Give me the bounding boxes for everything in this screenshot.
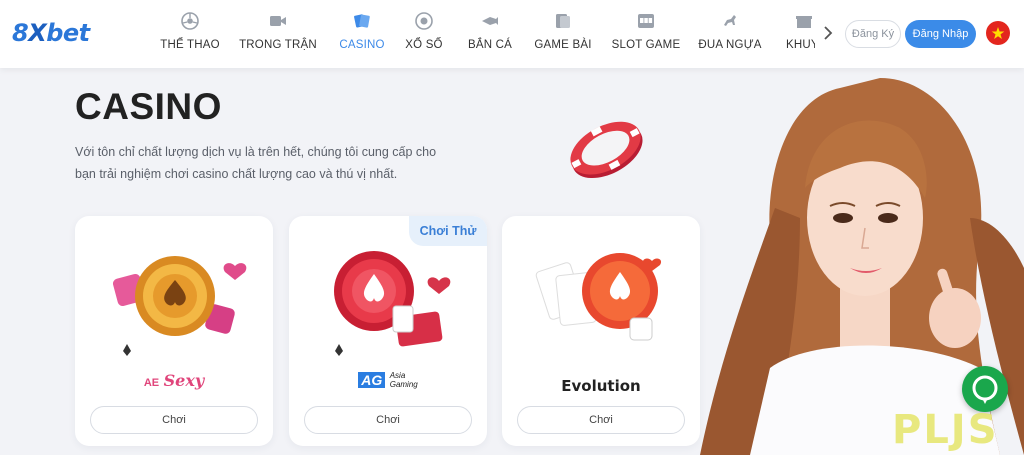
nav-item-the-thao[interactable]: THỂ THAO	[150, 0, 230, 68]
play-button[interactable]: Chơi	[517, 406, 685, 434]
soccer-ball-icon	[181, 12, 199, 30]
lottery-ball-icon	[415, 12, 433, 30]
nav-label: KHUYẾN MÃI	[786, 39, 815, 51]
provider-card-asia-gaming[interactable]: Chơi Thử AG Asia Gaming Chơi	[289, 216, 487, 446]
nav-label: GAME BÀI	[534, 39, 592, 51]
nav-item-trong-tran[interactable]: TRONG TRẬN	[233, 0, 323, 68]
play-button[interactable]: Chơi	[90, 406, 258, 434]
page-description: Với tôn chỉ chất lượng dịch vụ là trên h…	[75, 145, 437, 181]
nav-label: BẮN CÁ	[467, 39, 513, 51]
nav-item-casino[interactable]: CASINO	[332, 0, 392, 68]
brand-logo-evolution: Evolution	[561, 377, 641, 395]
fish-gun-icon	[482, 17, 498, 25]
vietnam-flag-icon[interactable]	[986, 21, 1010, 45]
gold-chip-dice-icon	[112, 256, 247, 356]
nav-item-xo-so[interactable]: XỔ SỐ	[398, 0, 450, 68]
nav-item-khuyen-mai[interactable]: KHUYẾN MÃI	[780, 0, 815, 68]
nav-label: TRONG TRẬN	[239, 39, 317, 51]
login-button[interactable]: Đăng Nhập	[905, 20, 976, 48]
brand-logo-asia-gaming: AG Asia Gaming	[289, 371, 487, 401]
red-chip-cards-icon	[334, 251, 451, 356]
nav-item-ban-ca[interactable]: BẮN CÁ	[460, 0, 520, 68]
register-button[interactable]: Đăng Ký	[845, 20, 901, 48]
chevron-right-icon[interactable]	[820, 24, 836, 42]
slot-machine-icon	[638, 14, 654, 28]
nav-label: ĐUA NGỰA	[698, 39, 762, 51]
playing-cards-icon	[354, 14, 370, 28]
nav-label: SLOT GAME	[611, 39, 681, 51]
card-game-icon	[556, 14, 570, 28]
horse-racing-icon	[724, 15, 736, 26]
provider-card-ae-sexy[interactable]: AE Sexy Chơi	[75, 216, 273, 446]
chat-button[interactable]	[962, 366, 1008, 412]
watermark-text: PLJS	[892, 407, 999, 453]
site-logo[interactable]: 8Xbet	[12, 19, 90, 47]
video-camera-icon	[270, 16, 286, 26]
brand-logo-ae-sexy: AE Sexy	[143, 371, 205, 390]
cards-chips-dice-icon	[535, 253, 662, 341]
nav-item-slot-game[interactable]: SLOT GAME	[608, 0, 684, 68]
nav-label: THỂ THAO	[160, 39, 220, 51]
chat-bubble-icon	[972, 375, 998, 404]
top-header: 8Xbet THỂ THAO TRONG TRẬN CASINO XỔ SỐ B…	[0, 0, 1024, 68]
nav-label: XỔ SỐ	[405, 39, 443, 51]
casino-chip-icon	[570, 121, 643, 179]
page-title: CASINO	[75, 86, 222, 127]
gift-icon	[796, 16, 812, 28]
nav-label: CASINO	[339, 39, 385, 51]
play-button[interactable]: Chơi	[304, 406, 472, 434]
main-nav: THỂ THAO TRONG TRẬN CASINO XỔ SỐ BẮN CÁ …	[150, 0, 815, 68]
nav-item-dua-ngua[interactable]: ĐUA NGỰA	[696, 0, 764, 68]
provider-card-evolution[interactable]: Evolution Chơi	[502, 216, 700, 446]
nav-item-game-bai[interactable]: GAME BÀI	[530, 0, 596, 68]
